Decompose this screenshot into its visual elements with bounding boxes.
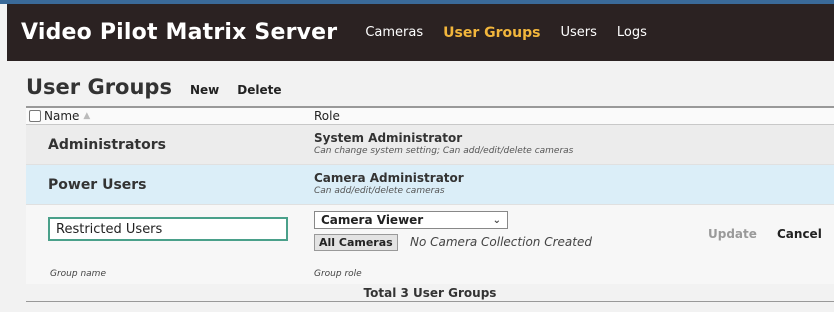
page-title-row: User Groups New Delete	[26, 75, 281, 99]
group-role-hint: Group role	[314, 269, 362, 279]
sort-ascending-icon[interactable]: ▲	[83, 111, 90, 121]
role-cell: Camera Administrator Can add/edit/delete…	[314, 171, 464, 196]
select-all-checkbox[interactable]	[29, 110, 41, 122]
edit-row: Camera Viewer ⌄ All Cameras No Camera Co…	[26, 205, 834, 267]
role-title: Camera Administrator	[314, 171, 464, 185]
cancel-button[interactable]: Cancel	[777, 227, 822, 241]
column-header-name[interactable]: Name	[44, 109, 79, 123]
group-name-hint: Group name	[50, 269, 106, 279]
page-title: User Groups	[26, 75, 172, 99]
total-row: Total 3 User Groups	[26, 284, 834, 302]
app-title: Video Pilot Matrix Server	[21, 20, 338, 45]
column-header-role: Role	[314, 109, 340, 123]
nav-cameras[interactable]: Cameras	[365, 25, 423, 40]
table-row[interactable]: Power Users Camera Administrator Can add…	[26, 165, 834, 205]
group-role-selected: Camera Viewer	[321, 213, 424, 227]
role-cell: System Administrator Can change system s…	[314, 131, 573, 156]
nav-user-groups[interactable]: User Groups	[443, 25, 540, 41]
no-collection-text: No Camera Collection Created	[410, 235, 592, 249]
update-button[interactable]: Update	[708, 227, 757, 241]
hint-row: Group name Group role	[26, 267, 834, 284]
group-name: Administrators	[48, 136, 166, 153]
total-count: Total 3 User Groups	[363, 285, 497, 300]
role-description: Can add/edit/delete cameras	[314, 186, 445, 196]
group-name-input[interactable]	[48, 217, 288, 241]
main-nav: Cameras User Groups Users Logs	[365, 25, 667, 41]
app-header: Video Pilot Matrix Server Cameras User G…	[7, 4, 834, 61]
role-description: Can change system setting; Can add/edit/…	[314, 146, 574, 156]
group-name: Power Users	[48, 176, 147, 193]
user-groups-table: Name ▲ Role Administrators System Admini…	[26, 106, 834, 302]
nav-logs[interactable]: Logs	[617, 25, 647, 40]
all-cameras-button[interactable]: All Cameras	[314, 234, 398, 251]
nav-users[interactable]: Users	[560, 25, 596, 40]
table-row[interactable]: Administrators System Administrator Can …	[26, 125, 834, 165]
role-title: System Administrator	[314, 131, 463, 145]
chevron-down-icon: ⌄	[492, 214, 501, 226]
new-button[interactable]: New	[190, 83, 219, 97]
group-role-select[interactable]: Camera Viewer ⌄	[314, 211, 508, 229]
delete-button[interactable]: Delete	[237, 83, 281, 97]
table-header: Name ▲ Role	[26, 108, 834, 125]
